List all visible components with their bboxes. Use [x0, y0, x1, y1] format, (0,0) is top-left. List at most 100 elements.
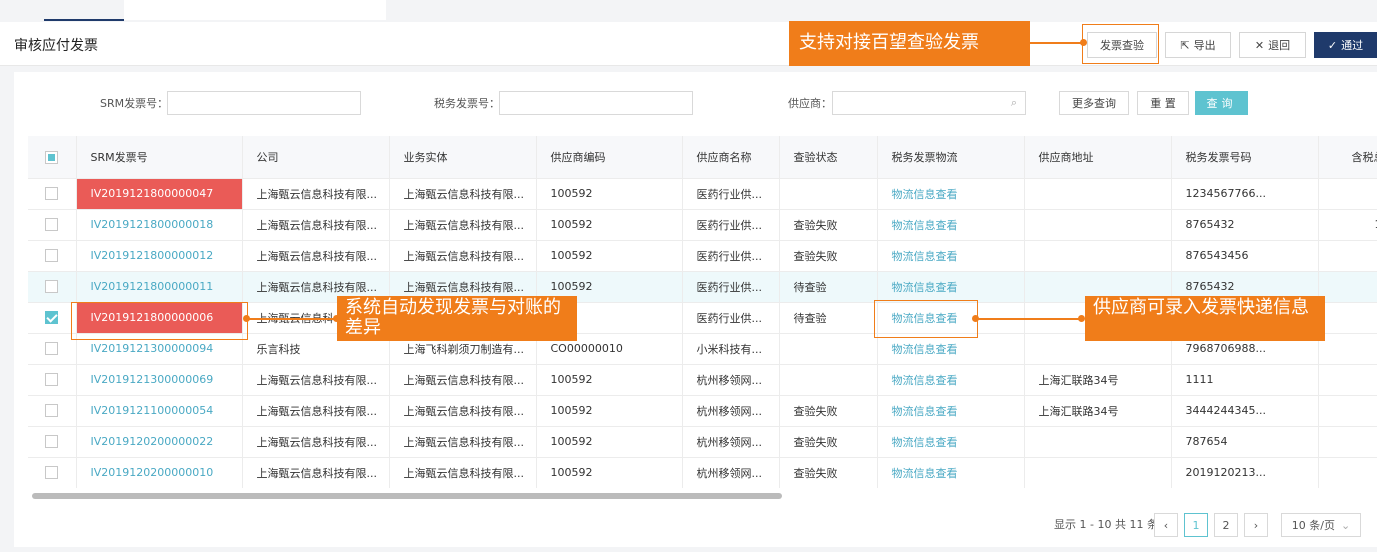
company-cell: 上海甄云信息科技有限... — [242, 457, 390, 488]
page-1-button[interactable]: 1 — [1184, 513, 1208, 537]
entity-cell: 上海甄云信息科技有限... — [389, 240, 537, 272]
next-page-button[interactable]: › — [1244, 513, 1268, 537]
callout-line — [978, 318, 1082, 320]
srm-cell[interactable]: IV2019120200000022 — [76, 426, 243, 458]
taxno-cell: 876543456 — [1171, 240, 1319, 272]
table-row[interactable]: IV2019120200000010 上海甄云信息科技有限... 上海甄云信息科… — [28, 457, 1377, 488]
entity-cell: 上海甄云信息科技有限... — [389, 426, 537, 458]
logistics-link[interactable]: 物流信息查看 — [877, 457, 1025, 488]
row-checkbox[interactable] — [28, 302, 77, 334]
entity-cell: 上海甄云信息科技有限... — [389, 178, 537, 210]
checkbox-icon — [45, 187, 59, 201]
export-label: 导出 — [1193, 39, 1216, 52]
srm-cell[interactable]: IV2019121800000012 — [76, 240, 243, 272]
taxno-cell: 3444244345... — [1171, 395, 1319, 427]
row-checkbox[interactable] — [28, 395, 77, 427]
checkbox-icon — [45, 435, 59, 449]
row-checkbox[interactable] — [28, 457, 77, 488]
total-cell: 1 — [1318, 395, 1377, 427]
tax-invoice-input[interactable] — [499, 91, 693, 115]
entity-cell: 上海甄云信息科技有限... — [389, 457, 537, 488]
reset-button[interactable]: 重 置 — [1137, 91, 1189, 115]
taxno-cell: 2019120213... — [1171, 457, 1319, 488]
taxno-cell: 787654 — [1171, 426, 1319, 458]
total-cell: 9 — [1318, 333, 1377, 365]
address-cell — [1024, 178, 1172, 210]
supplier-label: 供应商： — [788, 97, 832, 110]
page-size-label: 10 条/页 — [1291, 519, 1335, 532]
more-query-button[interactable]: 更多查询 — [1059, 91, 1129, 115]
srm-cell[interactable]: IV2019121800000047 — [76, 178, 243, 210]
code-cell: 100592 — [536, 178, 683, 210]
address-cell: 上海汇联路34号 — [1024, 395, 1172, 427]
total-cell — [1318, 364, 1377, 396]
total-cell: 99 — [1318, 302, 1377, 334]
logistics-link[interactable]: 物流信息查看 — [877, 271, 1025, 303]
table-row[interactable]: IV2019121800000047 上海甄云信息科技有限... 上海甄云信息科… — [28, 178, 1377, 210]
checkbox-icon — [45, 280, 59, 294]
table-row[interactable]: IV2019121800000012 上海甄云信息科技有限... 上海甄云信息科… — [28, 240, 1377, 272]
row-checkbox[interactable] — [28, 240, 77, 272]
logistics-link[interactable]: 物流信息查看 — [877, 178, 1025, 210]
callout-dot — [1078, 315, 1085, 322]
company-cell: 上海甄云信息科技有限... — [242, 426, 390, 458]
status-cell: 查验失败 — [779, 395, 878, 427]
supplier-input[interactable]: ⌕ — [832, 91, 1026, 115]
prev-page-button[interactable]: ‹ — [1154, 513, 1178, 537]
table-row[interactable]: IV2019120200000022 上海甄云信息科技有限... 上海甄云信息科… — [28, 426, 1377, 458]
callout-highlight-box — [874, 300, 978, 338]
code-cell: 100592 — [536, 457, 683, 488]
srm-cell[interactable]: IV2019121800000018 — [76, 209, 243, 241]
logistics-link[interactable]: 物流信息查看 — [877, 395, 1025, 427]
total-cell — [1318, 178, 1377, 210]
checkbox-icon — [45, 404, 59, 418]
address-cell — [1024, 240, 1172, 272]
srm-cell[interactable]: IV2019121300000069 — [76, 364, 243, 396]
total-cell: 40 — [1318, 457, 1377, 488]
table-row[interactable]: IV2019121300000069 上海甄云信息科技有限... 上海甄云信息科… — [28, 364, 1377, 396]
company-cell: 上海甄云信息科技有限... — [242, 209, 390, 241]
logistics-link[interactable]: 物流信息查看 — [877, 240, 1025, 272]
entity-cell: 上海甄云信息科技有限... — [389, 209, 537, 241]
row-checkbox[interactable] — [28, 209, 77, 241]
col-company: 公司 — [242, 136, 390, 179]
logistics-link[interactable]: 物流信息查看 — [877, 426, 1025, 458]
srm-cell[interactable]: IV2019121100000054 — [76, 395, 243, 427]
select-all-checkbox[interactable] — [28, 136, 77, 179]
status-cell — [779, 364, 878, 396]
page-2-button[interactable]: 2 — [1214, 513, 1238, 537]
query-button[interactable]: 查询 — [1195, 91, 1248, 115]
table-header-row: SRM发票号 公司 业务实体 供应商编码 供应商名称 查验状态 税务发票物流 供… — [28, 136, 1377, 179]
srm-invoice-input[interactable] — [167, 91, 361, 115]
srm-cell[interactable]: IV2019121800000011 — [76, 271, 243, 303]
address-cell: 上海汇联路34号 — [1024, 364, 1172, 396]
page-size-select[interactable]: 10 条/页 ⌄ — [1281, 513, 1361, 537]
logistics-link[interactable]: 物流信息查看 — [877, 209, 1025, 241]
page-title: 审核应付发票 — [14, 38, 98, 54]
row-checkbox[interactable] — [28, 364, 77, 396]
status-cell: 查验失败 — [779, 209, 878, 241]
srm-cell[interactable]: IV2019120200000010 — [76, 457, 243, 488]
name-cell: 医药行业供... — [682, 178, 780, 210]
checkbox-icon — [45, 218, 59, 232]
approve-label: 通过 — [1341, 39, 1364, 52]
approve-button[interactable]: ✓ 通过 — [1314, 32, 1377, 58]
callout-line — [248, 318, 338, 320]
name-cell: 杭州移领网... — [682, 395, 780, 427]
status-cell — [779, 178, 878, 210]
callout-highlight-box — [71, 302, 248, 340]
reject-button[interactable]: ✕ 退回 — [1239, 32, 1306, 58]
row-checkbox[interactable] — [28, 271, 77, 303]
row-checkbox[interactable] — [28, 426, 77, 458]
table-row[interactable]: IV2019121100000054 上海甄云信息科技有限... 上海甄云信息科… — [28, 395, 1377, 427]
checkbox-icon — [45, 249, 59, 263]
logistics-link[interactable]: 物流信息查看 — [877, 364, 1025, 396]
row-checkbox[interactable] — [28, 178, 77, 210]
entity-cell: 上海甄云信息科技有限... — [389, 395, 537, 427]
table-row[interactable]: IV2019121800000018 上海甄云信息科技有限... 上海甄云信息科… — [28, 209, 1377, 241]
horizontal-scrollbar[interactable] — [32, 493, 782, 499]
status-cell: 查验失败 — [779, 457, 878, 488]
row-checkbox[interactable] — [28, 333, 77, 365]
export-button[interactable]: ⇱ 导出 — [1165, 32, 1231, 58]
code-cell: 100592 — [536, 426, 683, 458]
